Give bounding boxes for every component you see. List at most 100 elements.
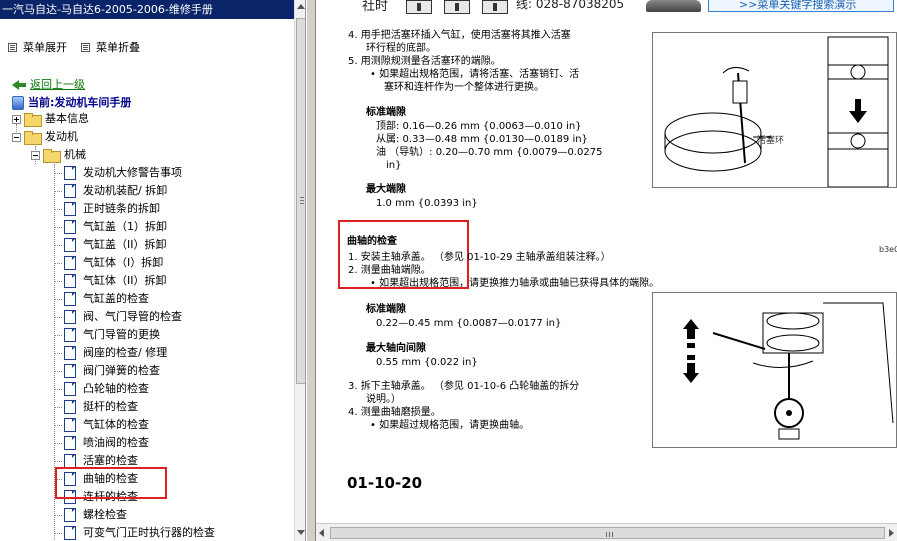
scroll-down-icon[interactable] — [297, 530, 305, 535]
tree-leaf-item[interactable]: 正时链条的拆卸 — [54, 200, 160, 218]
std-clearance-value: 0.22—0.45 mm {0.0087—0.0177 in} — [376, 318, 562, 329]
tree-leaf-item[interactable]: 气门导管的更换 — [54, 326, 160, 344]
tree-node-label[interactable]: 基本信息 — [45, 110, 89, 128]
document-icon — [64, 256, 76, 270]
search-demo-link[interactable]: >>菜单关键字搜索演示 — [708, 0, 894, 12]
tree-guide — [54, 262, 62, 264]
max-axial-value: 0.55 mm {0.022 in} — [376, 357, 478, 368]
tree-guide — [54, 280, 62, 282]
tree-leaf-item[interactable]: 挺杆的检查 — [54, 398, 138, 416]
collapse-minus-icon[interactable] — [31, 150, 40, 160]
tree-leaf-label[interactable]: 阀门弹簧的检查 — [83, 362, 160, 380]
horizontal-scrollbar[interactable] — [316, 523, 897, 541]
document-icon — [64, 310, 76, 324]
tree-node-engine[interactable]: 发动机 — [12, 128, 78, 146]
tree-guide — [54, 388, 62, 390]
tree-leaf-label[interactable]: 喷油阀的检查 — [83, 434, 149, 452]
tree-leaf-item[interactable]: 发动机大修警告事项 — [54, 164, 182, 182]
tree-leaf-item[interactable]: 阀门弹簧的检查 — [54, 362, 160, 380]
tree-leaf-item[interactable]: 阀座的检查/ 修理 — [54, 344, 167, 362]
scroll-right-icon[interactable] — [889, 529, 894, 537]
piston-ring-figure: 活塞环 — [652, 32, 897, 188]
highlight-box — [55, 467, 167, 499]
tree-leaf-item[interactable]: 阀、气门导管的检查 — [54, 308, 182, 326]
document-icon — [64, 202, 76, 216]
document-icon — [64, 238, 76, 252]
tree-leaf-item[interactable]: 气缸盖的检查 — [54, 290, 149, 308]
std-clearance-title: 标准端隙 — [366, 304, 406, 315]
navigation-pane: 一汽马自达-马自达6-2005-2006-维修手册 菜单展开 菜单折叠 返回上一… — [0, 0, 306, 541]
tree-node-mechanical[interactable]: 机械 — [31, 146, 86, 164]
tree-leaf-item[interactable]: 气缸体（II）拆卸 — [54, 272, 167, 290]
tree-leaf-item[interactable]: 发动机装配/ 拆卸 — [54, 182, 167, 200]
tree-guide — [54, 316, 62, 318]
tree-leaf-label[interactable]: 挺杆的检查 — [83, 398, 138, 416]
tree-leaf-label[interactable]: 气门导管的更换 — [83, 326, 160, 344]
menu-expand-label: 菜单展开 — [23, 41, 67, 54]
collapse-minus-icon[interactable] — [12, 132, 21, 142]
menu-collapse-button[interactable]: 菜单折叠 — [81, 39, 140, 55]
document-icon — [64, 184, 76, 198]
tree-leaf-label[interactable]: 气缸体（I）拆卸 — [83, 254, 163, 272]
max-gap-value: 1.0 mm {0.0393 in} — [376, 198, 478, 209]
tree-leaf-item[interactable]: 螺栓检查 — [54, 506, 127, 524]
menu-icon — [81, 42, 90, 52]
folder-open-icon — [43, 149, 61, 163]
document-icon — [64, 454, 76, 468]
tree-leaf-label[interactable]: 气缸盖（1）拆卸 — [83, 218, 167, 236]
document-icon — [64, 508, 76, 522]
scrollbar-thumb[interactable] — [330, 527, 885, 539]
menu-expand-button[interactable]: 菜单展开 — [8, 39, 67, 55]
expand-plus-icon[interactable] — [12, 114, 21, 124]
scroll-up-icon[interactable] — [297, 4, 305, 9]
tree-scrollbar[interactable] — [294, 0, 305, 541]
nav-first-button[interactable] — [406, 0, 432, 14]
tree-leaf-item[interactable]: 气缸盖（1）拆卸 — [54, 218, 167, 236]
tree-leaf-label[interactable]: 阀、气门导管的检查 — [83, 308, 182, 326]
folder-icon — [24, 113, 42, 127]
back-link-row[interactable]: 返回上一级 — [12, 76, 85, 94]
tree-leaf-label[interactable]: 可变气门正时执行器的检查 — [83, 524, 215, 541]
tree-node-label[interactable]: 机械 — [64, 146, 86, 164]
tree-leaf-label[interactable]: 气缸盖的检查 — [83, 290, 149, 308]
tree-leaf-label[interactable]: 凸轮轴的检查 — [83, 380, 149, 398]
tree-leaf-label[interactable]: 螺栓检查 — [83, 506, 127, 524]
tree-leaf-item[interactable]: 凸轮轴的检查 — [54, 380, 149, 398]
tree-leaf-label[interactable]: 阀座的检查/ 修理 — [83, 344, 167, 362]
document-pane: 社时 线: 028-87038205 >>菜单关键字搜索演示 4. 用手把活塞环… — [316, 0, 897, 541]
scroll-left-icon[interactable] — [319, 529, 324, 537]
crank-step-2-bullet: 如果超出规格范围，请更换推力轴承或曲轴已获得具体的端隙。 — [370, 277, 659, 290]
tree-leaf-label[interactable]: 气缸盖（II）拆卸 — [83, 236, 167, 254]
document-icon — [64, 166, 76, 180]
tree-leaf-item[interactable]: 气缸盖（II）拆卸 — [54, 236, 167, 254]
window-title: 一汽马自达-马自达6-2005-2006-维修手册 — [0, 0, 305, 19]
nav-next-button[interactable] — [482, 0, 508, 14]
document-icon — [64, 526, 76, 540]
tree-guide — [54, 190, 62, 192]
crankshaft-heading: 曲轴的检查 — [347, 236, 397, 247]
tree-leaf-item[interactable]: 气缸体（I）拆卸 — [54, 254, 163, 272]
back-arrow-icon — [12, 79, 26, 91]
tree-leaf-label[interactable]: 气缸体的检查 — [83, 416, 149, 434]
tree-node-basic-info[interactable]: 基本信息 — [12, 110, 89, 128]
tree-guide — [54, 442, 62, 444]
tree-leaf-label[interactable]: 发动机装配/ 拆卸 — [83, 182, 167, 200]
nav-prev-button[interactable] — [444, 0, 470, 14]
tree-leaf-label[interactable]: 正时链条的拆卸 — [83, 200, 160, 218]
tree-leaf-label[interactable]: 发动机大修警告事项 — [83, 164, 182, 182]
tree-leaf-label[interactable]: 气缸体（II）拆卸 — [83, 272, 167, 290]
tree-leaf-item[interactable]: 可变气门正时执行器的检查 — [54, 524, 215, 541]
step-5-bullet-cont: 塞环和连杆作为一个整体进行更换。 — [384, 82, 544, 93]
document-icon — [64, 346, 76, 360]
grip-line — [300, 203, 304, 204]
tree-leaf-item[interactable]: 气缸体的检查 — [54, 416, 149, 434]
crankshaft-endplay-diagram — [683, 302, 894, 440]
tree-leaf-item[interactable]: 喷油阀的检查 — [54, 434, 149, 452]
scrollbar-thumb[interactable] — [296, 18, 305, 384]
document-icon — [64, 328, 76, 342]
pane-splitter[interactable] — [306, 0, 316, 541]
back-link[interactable]: 返回上一级 — [30, 76, 85, 94]
tree-node-label[interactable]: 发动机 — [45, 128, 78, 146]
tree-guide — [54, 460, 62, 462]
menu-controls: 菜单展开 菜单折叠 — [8, 38, 154, 56]
